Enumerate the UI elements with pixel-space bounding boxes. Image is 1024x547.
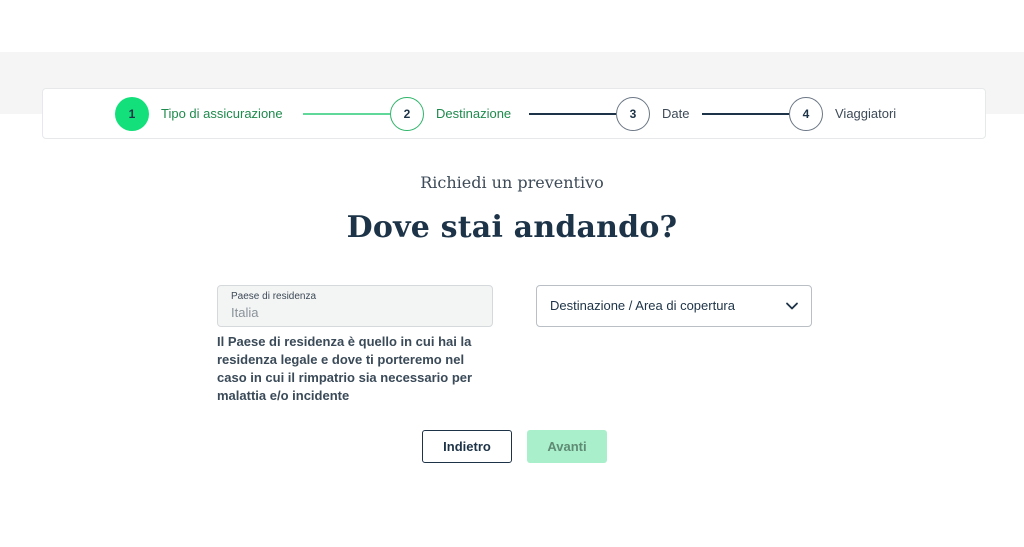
country-help-text: Il Paese di residenza è quello in cui ha… [217, 334, 473, 403]
step-1-circle[interactable]: 1 [115, 97, 149, 131]
step-1-label[interactable]: Tipo di assicurazione [161, 105, 283, 123]
back-button[interactable]: Indietro [422, 430, 512, 463]
page-title: Dove stai andando? [346, 210, 678, 245]
progress-stepper: 1 Tipo di assicurazione 2 Destinazione 3… [42, 88, 986, 139]
step-connector-3 [702, 113, 789, 115]
destination-select-placeholder: Destinazione / Area di copertura [550, 298, 735, 313]
step-4-circle: 4 [789, 97, 823, 131]
country-field-label: Paese di residenza [231, 291, 317, 302]
country-of-residence-field: Paese di residenza Italia [217, 285, 493, 327]
country-field-value: Italia [231, 305, 259, 320]
step-3-circle: 3 [616, 97, 650, 131]
chevron-down-icon [786, 302, 798, 310]
destination-select[interactable]: Destinazione / Area di copertura [536, 285, 812, 327]
step-connector-2 [529, 113, 616, 115]
next-button[interactable]: Avanti [527, 430, 607, 463]
step-connector-1 [303, 113, 390, 115]
step-3-label: Date [662, 106, 690, 121]
step-2-circle[interactable]: 2 [390, 97, 424, 131]
step-4-label: Viaggiatori [835, 106, 897, 121]
page-subtitle: Richiedi un preventivo [420, 173, 604, 192]
step-2-label[interactable]: Destinazione [436, 105, 511, 123]
